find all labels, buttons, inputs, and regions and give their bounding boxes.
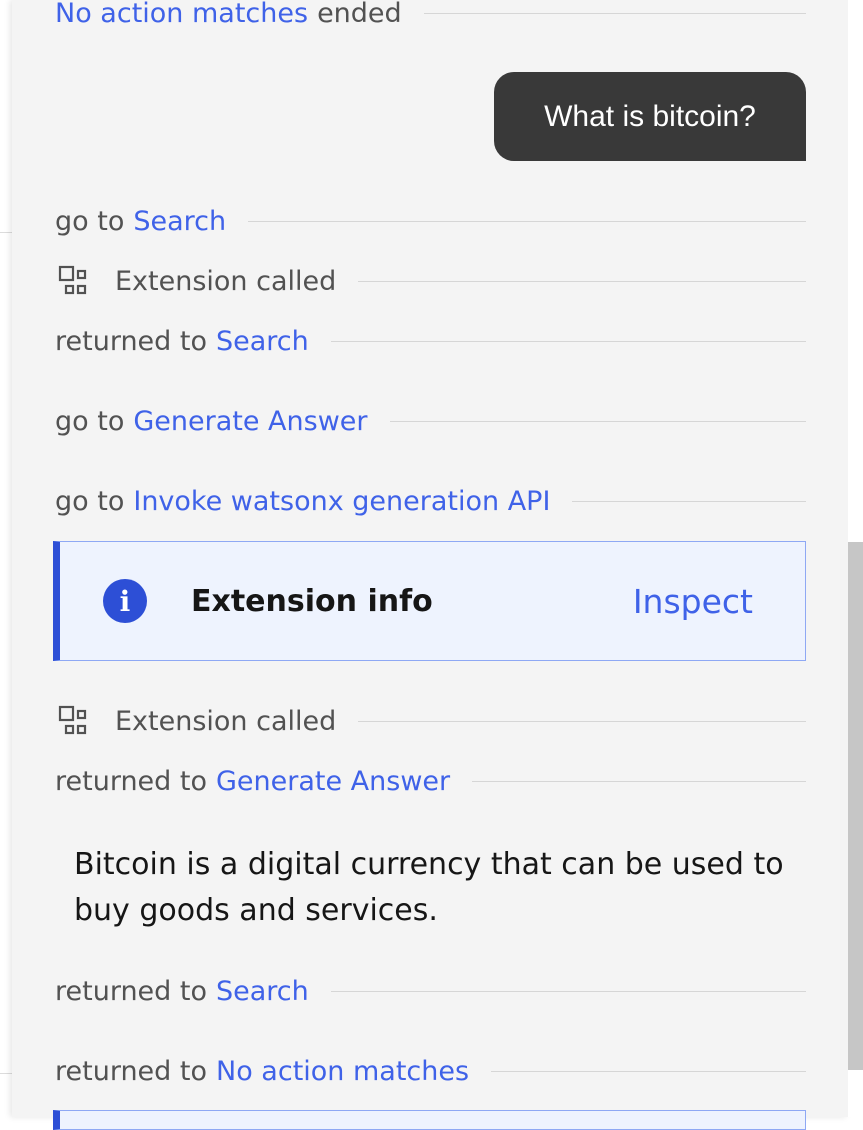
divider bbox=[389, 420, 806, 422]
info-icon: i bbox=[103, 579, 147, 623]
log-text: go to bbox=[55, 485, 125, 517]
user-message-bubble: What is bitcoin? bbox=[494, 72, 806, 161]
log-row-extension-called: Extension called bbox=[55, 261, 806, 301]
step-link-invoke-api[interactable]: Invoke watsonx generation API bbox=[133, 486, 550, 517]
log-text: Extension called bbox=[115, 705, 337, 737]
log-row-returned-generate: returned to Generate Answer bbox=[55, 761, 806, 801]
extension-icon bbox=[57, 705, 89, 737]
log-text: go to bbox=[55, 205, 125, 237]
extension-icon bbox=[57, 265, 89, 297]
log-text: returned to bbox=[55, 325, 207, 357]
step-link-search[interactable]: Search bbox=[216, 976, 309, 1007]
divider bbox=[358, 720, 806, 722]
log-text: returned to bbox=[55, 975, 207, 1007]
extension-info-notification: i Extension info Inspect bbox=[53, 541, 806, 661]
inspect-button[interactable]: Inspect bbox=[633, 582, 753, 621]
scrollbar-thumb[interactable] bbox=[848, 542, 863, 1070]
step-link-no-action-matches[interactable]: No action matches bbox=[216, 1056, 469, 1087]
log-text: returned to bbox=[55, 1055, 207, 1087]
step-link-generate-answer[interactable]: Generate Answer bbox=[216, 766, 450, 797]
divider bbox=[330, 340, 806, 342]
log-row-goto-invoke: go to Invoke watsonx generation API bbox=[55, 481, 806, 521]
divider bbox=[358, 280, 806, 282]
log-row-returned-no-action: returned to No action matches bbox=[55, 1051, 806, 1091]
log-row-goto-search: go to Search bbox=[55, 201, 806, 241]
step-link-search[interactable]: Search bbox=[216, 326, 309, 357]
divider bbox=[491, 1070, 806, 1072]
log-text: go to bbox=[55, 405, 125, 437]
edge-divider bbox=[0, 232, 12, 233]
log-row-action-ended: No action matches ended bbox=[55, 0, 806, 33]
log-row-extension-called: Extension called bbox=[55, 701, 806, 741]
divider bbox=[423, 12, 806, 14]
extension-info-title: Extension info bbox=[191, 583, 433, 619]
divider bbox=[472, 780, 806, 782]
log-row-returned-search: returned to Search bbox=[55, 321, 806, 361]
log-row-goto-generate: go to Generate Answer bbox=[55, 401, 806, 441]
log-text: returned to bbox=[55, 765, 207, 797]
divider bbox=[572, 500, 806, 502]
log-row-returned-search: returned to Search bbox=[55, 971, 806, 1011]
scrollbar[interactable] bbox=[848, 0, 863, 1117]
extension-info-notification-partial bbox=[53, 1110, 806, 1130]
log-text: ended bbox=[317, 0, 402, 29]
divider bbox=[248, 220, 806, 222]
step-link-generate-answer[interactable]: Generate Answer bbox=[133, 406, 367, 437]
log-text: Extension called bbox=[115, 265, 337, 297]
action-link[interactable]: No action matches bbox=[55, 0, 308, 29]
assistant-response: Bitcoin is a digital currency that can b… bbox=[74, 847, 784, 928]
step-link-search[interactable]: Search bbox=[133, 206, 226, 237]
divider bbox=[330, 990, 806, 992]
edge-divider bbox=[0, 1073, 12, 1074]
